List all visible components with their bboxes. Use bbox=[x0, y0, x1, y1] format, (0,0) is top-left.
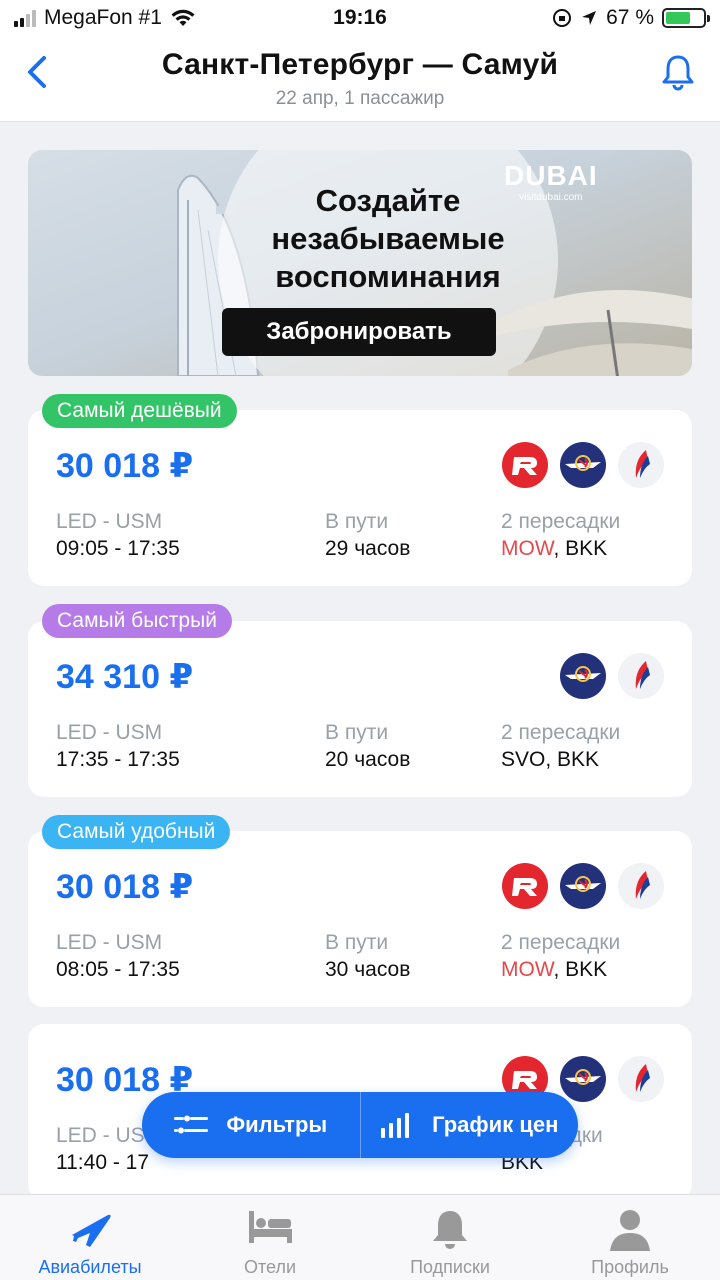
tab-subscriptions[interactable]: Подписки bbox=[360, 1195, 540, 1280]
bottom-tab-bar: Авиабилеты Отели Подписки Профиль bbox=[0, 1194, 720, 1280]
aeroflot-logo-icon bbox=[560, 653, 606, 699]
route-codes: LED - USM bbox=[56, 721, 163, 744]
duration-value: 20 часов bbox=[325, 748, 411, 771]
transfer-airports: MOW, BKK bbox=[501, 956, 620, 983]
duration-value: 29 часов bbox=[325, 537, 411, 560]
transfer-rest: , BKK bbox=[553, 537, 608, 560]
duration-column: В пути 30 часов bbox=[325, 929, 410, 983]
page-title: Санкт-Петербург — Самуй bbox=[161, 48, 559, 81]
transfer-highlight: MOW bbox=[501, 537, 554, 560]
rossiya-logo-icon bbox=[618, 442, 664, 488]
duration-value: 30 часов bbox=[325, 958, 411, 981]
r-airline-logo-icon bbox=[502, 863, 548, 909]
transfers-column: 2 пересадки MOW, BKK bbox=[501, 508, 620, 562]
route-column: LED - USM 09:05 - 17:35 bbox=[56, 508, 180, 562]
duration-column: В пути 29 часов bbox=[325, 508, 410, 562]
offer-price: 30 018 ₽ bbox=[56, 447, 194, 485]
bed-icon bbox=[249, 1211, 292, 1243]
transfer-rest: , BKK bbox=[545, 748, 600, 771]
airline-logos bbox=[560, 653, 664, 699]
flight-times: 09:05 - 17:35 bbox=[56, 537, 180, 560]
duration-column: В пути 20 часов bbox=[325, 719, 410, 773]
battery-icon bbox=[662, 8, 710, 28]
transfers-column: 2 пересадки MOW, BKK bbox=[501, 929, 620, 983]
filters-button[interactable]: Фильтры bbox=[142, 1092, 360, 1158]
plane-icon bbox=[72, 1214, 111, 1247]
offer-price: 34 310 ₽ bbox=[56, 658, 194, 696]
route-codes: LED - USM bbox=[56, 510, 163, 533]
rossiya-logo-icon bbox=[618, 653, 664, 699]
offer-price: 30 018 ₽ bbox=[56, 868, 194, 906]
offer-card[interactable]: 30 018 ₽ LED - USM 08:05 - 17:35 В пути 30 ч… bbox=[28, 831, 692, 1007]
orientation-lock-icon bbox=[553, 9, 572, 27]
route-column: LED - USM 08:05 - 17:35 bbox=[56, 929, 180, 983]
banner-headline: Создайте незабываемые воспоминания bbox=[271, 183, 505, 294]
flight-times: 17:35 - 17:35 bbox=[56, 748, 180, 771]
navigation-header: Санкт-Петербург — Самуй 22 апр, 1 пассаж… bbox=[0, 38, 720, 122]
transfer-airports: SVO, BKK bbox=[501, 746, 620, 773]
airline-logos bbox=[502, 442, 664, 488]
tab-profile[interactable]: Профиль bbox=[540, 1195, 720, 1280]
filters-icon bbox=[174, 1115, 209, 1134]
offer-badge: Самый быстрый bbox=[42, 604, 232, 638]
transfers-count: 2 пересадки bbox=[501, 721, 621, 744]
subscribe-bell-icon[interactable] bbox=[658, 52, 698, 92]
duration-label: В пути bbox=[325, 510, 389, 533]
offer-card[interactable]: 34 310 ₽ LED - USM 17:35 - 17:35 В пути 20 ч… bbox=[28, 621, 692, 797]
airline-logos bbox=[502, 863, 664, 909]
duration-label: В пути bbox=[325, 721, 389, 744]
transfer-highlight: MOW bbox=[501, 958, 554, 981]
battery-percent: 67 % bbox=[606, 6, 654, 29]
transfers-count: 2 пересадки bbox=[501, 510, 621, 533]
bar-chart-icon bbox=[381, 1113, 410, 1138]
person-icon bbox=[610, 1210, 650, 1251]
route-column: LED - USM 17:35 - 17:35 bbox=[56, 719, 180, 773]
transfer-airports: MOW, BKK bbox=[501, 535, 620, 562]
aeroflot-logo-icon bbox=[560, 442, 606, 488]
ad-banner[interactable]: DUBAI visitdubai.com Создайте незабываем… bbox=[28, 150, 692, 376]
duration-label: В пути bbox=[325, 931, 389, 954]
filters-label: Фильтры bbox=[226, 1112, 328, 1137]
tab-hotels[interactable]: Отели bbox=[180, 1195, 360, 1280]
rossiya-logo-icon bbox=[618, 863, 664, 909]
bell-icon bbox=[433, 1211, 467, 1249]
rossiya-logo-icon bbox=[618, 1056, 664, 1102]
offer-card[interactable]: 30 018 ₽ LED - USM 09:05 - 17:35 В пути 29 ч… bbox=[28, 410, 692, 586]
transfer-rest: , BKK bbox=[553, 958, 608, 981]
aeroflot-logo-icon bbox=[560, 863, 606, 909]
transfer-highlight: SVO bbox=[501, 748, 546, 771]
offer-badge: Самый удобный bbox=[42, 815, 231, 849]
transfers-column: 2 пересадки SVO, BKK bbox=[501, 719, 620, 773]
tab-flights[interactable]: Авиабилеты bbox=[0, 1195, 180, 1280]
r-airline-logo-icon bbox=[502, 442, 548, 488]
book-button[interactable]: Забронировать bbox=[222, 308, 496, 356]
price-chart-label: График цен bbox=[432, 1112, 559, 1137]
status-bar: MegaFon #1 19:16 67 % bbox=[0, 0, 720, 38]
price-chart-button[interactable]: График цен bbox=[361, 1092, 579, 1158]
search-summary: 22 апр, 1 пассажир bbox=[275, 88, 445, 109]
route-codes: LED - USM bbox=[56, 931, 163, 954]
location-icon bbox=[582, 11, 597, 25]
offer-badge: Самый дешёвый bbox=[42, 394, 237, 428]
flight-times: 08:05 - 17:35 bbox=[56, 958, 180, 981]
transfers-count: 2 пересадки bbox=[501, 931, 621, 954]
floating-action-bar: Фильтры График цен bbox=[142, 1092, 578, 1158]
